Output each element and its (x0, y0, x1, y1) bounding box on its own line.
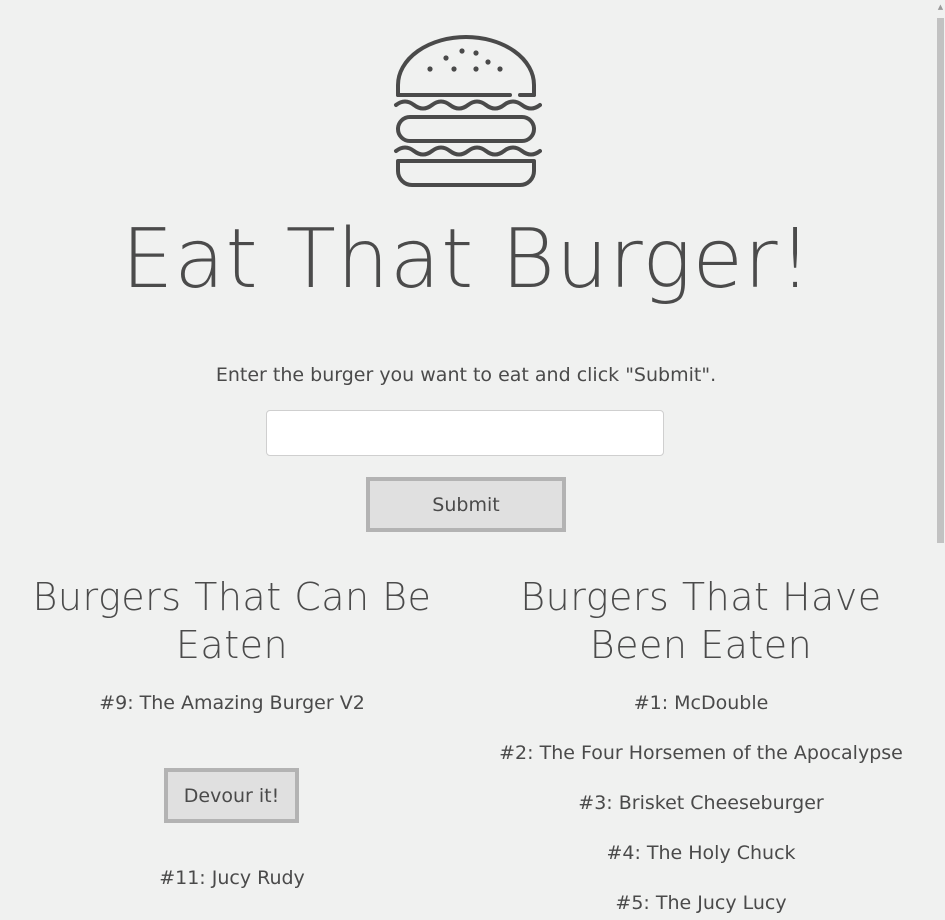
available-burgers-section: Burgers That Can Be Eaten #9: The Amazin… (20, 573, 444, 889)
available-heading-line2: Eaten (175, 623, 289, 667)
available-heading: Burgers That Can Be Eaten (20, 573, 444, 669)
scrollbar[interactable]: ▲ (936, 0, 945, 920)
page: Eat That Burger! Enter the burger you wa… (0, 0, 945, 920)
list-item: #11: Jucy Rudy (159, 867, 305, 889)
burger-icon (390, 33, 542, 193)
devour-button[interactable]: Devour it! (164, 768, 299, 823)
eaten-heading: Burgers That Have Been Eaten (466, 573, 936, 669)
instructions-text: Enter the burger you want to eat and cli… (215, 364, 717, 386)
burger-name-input[interactable] (266, 410, 664, 456)
list-item: #5: The Jucy Lucy (615, 892, 787, 914)
list-item: #1: McDouble (633, 692, 769, 714)
list-item: #2: The Four Horsemen of the Apocalypse (499, 742, 903, 764)
eaten-heading-line1: Burgers That Have (520, 575, 882, 619)
list-item: #3: Brisket Cheeseburger (578, 792, 824, 814)
available-heading-line1: Burgers That Can Be (32, 575, 432, 619)
list-item: #4: The Holy Chuck (606, 842, 796, 864)
list-item: #9: The Amazing Burger V2 (99, 692, 365, 714)
submit-button[interactable]: Submit (366, 477, 566, 532)
scroll-up-arrow-icon[interactable]: ▲ (937, 2, 944, 12)
eaten-burgers-section: Burgers That Have Been Eaten #1: McDoubl… (466, 573, 936, 914)
page-title: Eat That Burger! (121, 212, 813, 307)
eaten-heading-line2: Been Eaten (589, 623, 813, 667)
scrollbar-thumb[interactable] (937, 18, 944, 543)
